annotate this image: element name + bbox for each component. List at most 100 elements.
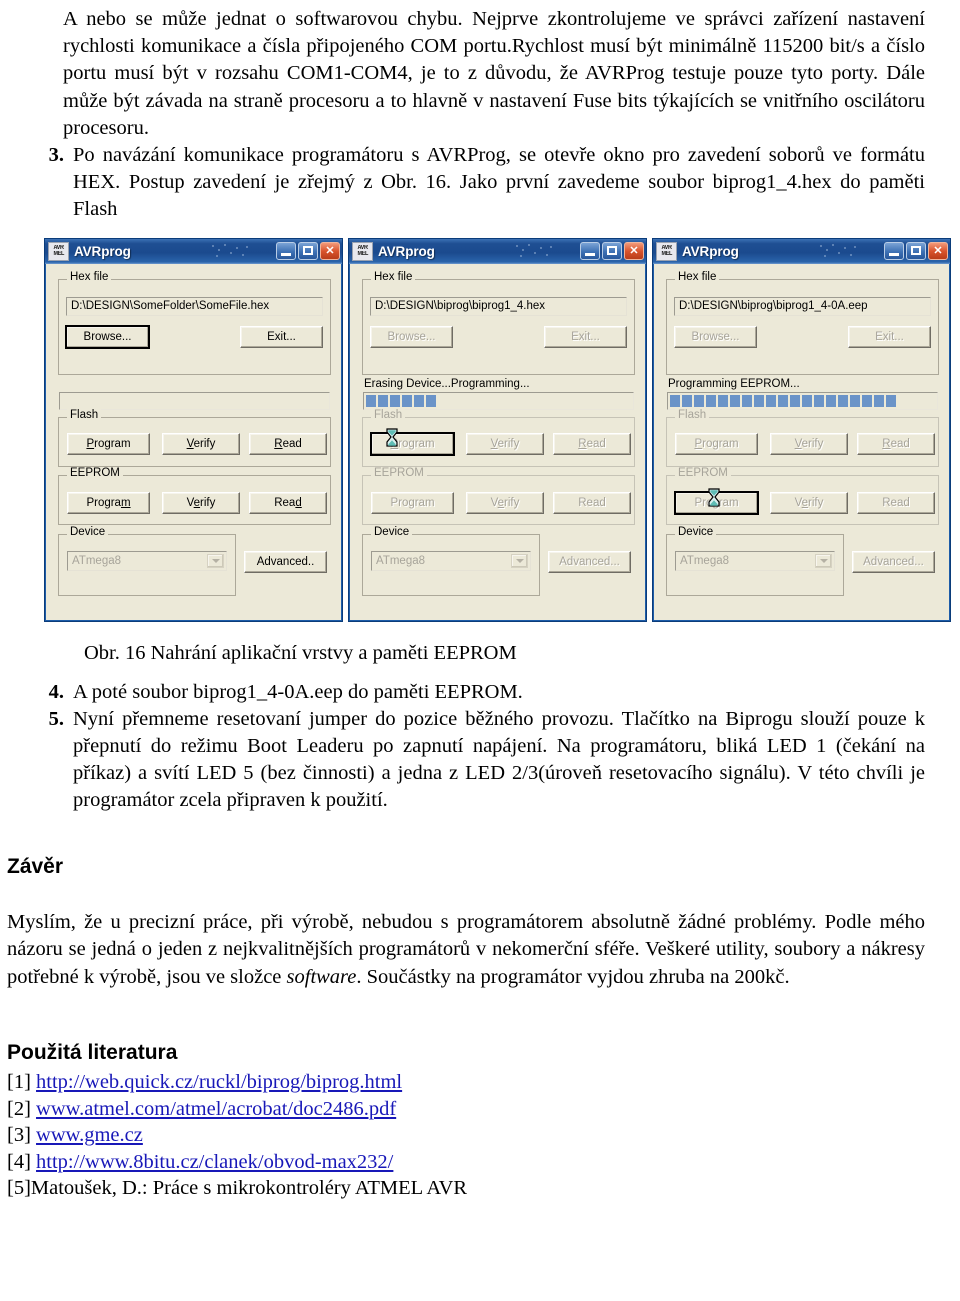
flash-verify-label: Verify <box>490 437 520 450</box>
eeprom-read-button[interactable]: Read <box>249 491 327 514</box>
minimize-icon[interactable] <box>580 242 600 261</box>
hex-file-path-input[interactable]: D:\DESIGN\SomeFolder\SomeFile.hex <box>66 296 323 316</box>
hex-file-path-input[interactable]: D:\DESIGN\biprog\biprog1_4.hex <box>370 296 627 316</box>
bibliography-entry: [2] www.atmel.com/atmel/acrobat/doc2486.… <box>7 1096 960 1123</box>
device-select-value: ATmega8 <box>376 554 426 567</box>
chevron-down-icon[interactable] <box>207 553 224 568</box>
hex-file-path-input[interactable]: D:\DESIGN\biprog\biprog1_4-0A.eep <box>674 296 931 316</box>
flash-program-label: Program <box>390 437 435 450</box>
exit-button-label: Exit... <box>875 330 904 343</box>
browse-button: Browse... <box>674 325 757 348</box>
eeprom-verify-button[interactable]: Verify <box>162 491 240 514</box>
flash-group-label: Flash <box>675 408 710 421</box>
bibliography-link[interactable]: www.atmel.com/atmel/acrobat/doc2486.pdf <box>36 1098 396 1120</box>
conclusion-italic-word: software <box>286 965 357 988</box>
progress-chunk <box>838 394 848 407</box>
progress-chunk <box>802 394 812 407</box>
flash-verify-button: Verify <box>466 432 544 455</box>
maximize-icon[interactable] <box>298 242 318 261</box>
logo-line-2: MEL <box>53 251 64 258</box>
advanced-button-label: Advanced... <box>559 555 620 568</box>
eeprom-program-button[interactable]: Program <box>67 491 150 514</box>
close-icon[interactable]: ✕ <box>624 242 644 261</box>
progress-chunk <box>862 394 872 407</box>
progress-chunk <box>886 394 896 407</box>
window-titlebar[interactable]: AVR MEL AVRprog ✕ <box>45 238 342 264</box>
list-item: 4. A poté soubor biprog1_4-0A.eep do pam… <box>0 679 960 706</box>
bibliography-marker: [4] <box>7 1150 31 1173</box>
logo-line-2: MEL <box>661 251 672 258</box>
flash-program-label: Program <box>86 437 131 450</box>
progress-chunk <box>706 394 716 407</box>
titlebar-dots-decoration <box>514 243 556 259</box>
minimize-icon[interactable] <box>884 242 904 261</box>
list-item: 5. Nyní přemneme resetovaní jumper do po… <box>0 706 960 815</box>
window-controls[interactable]: ✕ <box>884 242 948 261</box>
bibliography-marker: [1] <box>7 1071 31 1094</box>
progress-chunk <box>390 394 400 407</box>
progress-chunk <box>670 394 680 407</box>
device-group-label: Device <box>67 525 109 538</box>
window-titlebar[interactable]: AVR MEL AVRprog ✕ <box>653 238 950 264</box>
window-controls[interactable]: ✕ <box>276 242 340 261</box>
close-icon[interactable]: ✕ <box>320 242 340 261</box>
device-select[interactable]: ATmega8 <box>67 550 227 571</box>
exit-button: Exit... <box>544 325 627 348</box>
progress-chunk <box>742 394 752 407</box>
eeprom-verify-label: Verify <box>794 496 824 509</box>
device-select-value: ATmega8 <box>72 554 122 567</box>
progress-chunk <box>850 394 860 407</box>
minimize-icon[interactable] <box>276 242 296 261</box>
eeprom-read-button: Read <box>553 491 631 514</box>
bibliography-list: [1] http://web.quick.cz/ruckl/biprog/bip… <box>0 1065 960 1202</box>
flash-program-button[interactable]: Program <box>67 432 150 455</box>
list-item-text: Nyní přemneme resetovaní jumper do pozic… <box>73 707 925 812</box>
advanced-button: Advanced... <box>852 550 935 573</box>
browse-button: Browse... <box>370 325 453 348</box>
flash-read-label: Read <box>274 437 302 450</box>
bibliography-link[interactable]: www.gme.cz <box>36 1124 143 1146</box>
list-item-text: A poté soubor biprog1_4-0A.eep do paměti… <box>73 680 523 703</box>
bibliography-link[interactable]: http://web.quick.cz/ruckl/biprog/biprog.… <box>36 1071 402 1093</box>
advanced-button-label: Advanced.. <box>256 555 315 568</box>
list-item-number: 4. <box>48 680 64 703</box>
eeprom-read-label: Read <box>274 496 302 509</box>
eeprom-program-label: Program <box>390 496 435 509</box>
flash-verify-button[interactable]: Verify <box>162 432 240 455</box>
avr-atmel-logo-icon: AVR MEL <box>656 241 677 261</box>
device-select: ATmega8 <box>675 550 835 571</box>
eeprom-verify-label: Verify <box>186 496 216 509</box>
flash-read-button: Read <box>857 432 935 455</box>
eeprom-program-label: Program <box>694 496 739 509</box>
bibliography-entry: [4] http://www.8bitu.cz/clanek/obvod-max… <box>7 1149 960 1176</box>
window-titlebar[interactable]: AVR MEL AVRprog ✕ <box>349 238 646 264</box>
progress-chunk <box>694 394 704 407</box>
window-client-area: Hex file D:\DESIGN\biprog\biprog1_4-0A.e… <box>656 265 947 618</box>
chevron-down-icon <box>815 553 832 568</box>
flash-program-button: Program <box>370 428 455 456</box>
progress-chunk <box>790 394 800 407</box>
browse-button[interactable]: Browse... <box>65 324 150 349</box>
maximize-icon[interactable] <box>906 242 926 261</box>
window-controls[interactable]: ✕ <box>580 242 644 261</box>
flash-read-button: Read <box>553 432 631 455</box>
progress-chunk <box>426 394 436 407</box>
flash-read-button[interactable]: Read <box>249 432 327 455</box>
eeprom-program-button: Program <box>674 488 759 515</box>
eeprom-read-label: Read <box>578 496 606 509</box>
bibliography-link[interactable]: http://www.8bitu.cz/clanek/obvod-max232/ <box>36 1151 393 1173</box>
close-icon[interactable]: ✕ <box>928 242 948 261</box>
eeprom-program-label: Program <box>86 496 131 509</box>
exit-button-label: Exit... <box>267 330 296 343</box>
titlebar-dots-decoration <box>818 243 860 259</box>
bibliography-entry: [3] www.gme.cz <box>7 1122 960 1149</box>
avr-atmel-logo-icon: AVR MEL <box>352 241 373 261</box>
exit-button[interactable]: Exit... <box>240 325 323 348</box>
hex-file-group-label: Hex file <box>67 270 112 283</box>
eeprom-read-button: Read <box>857 491 935 514</box>
maximize-icon[interactable] <box>602 242 622 261</box>
progress-chunk <box>874 394 884 407</box>
conclusion-heading: Závěr <box>7 854 64 878</box>
hex-file-group-label: Hex file <box>675 270 720 283</box>
advanced-button[interactable]: Advanced.. <box>244 550 327 573</box>
